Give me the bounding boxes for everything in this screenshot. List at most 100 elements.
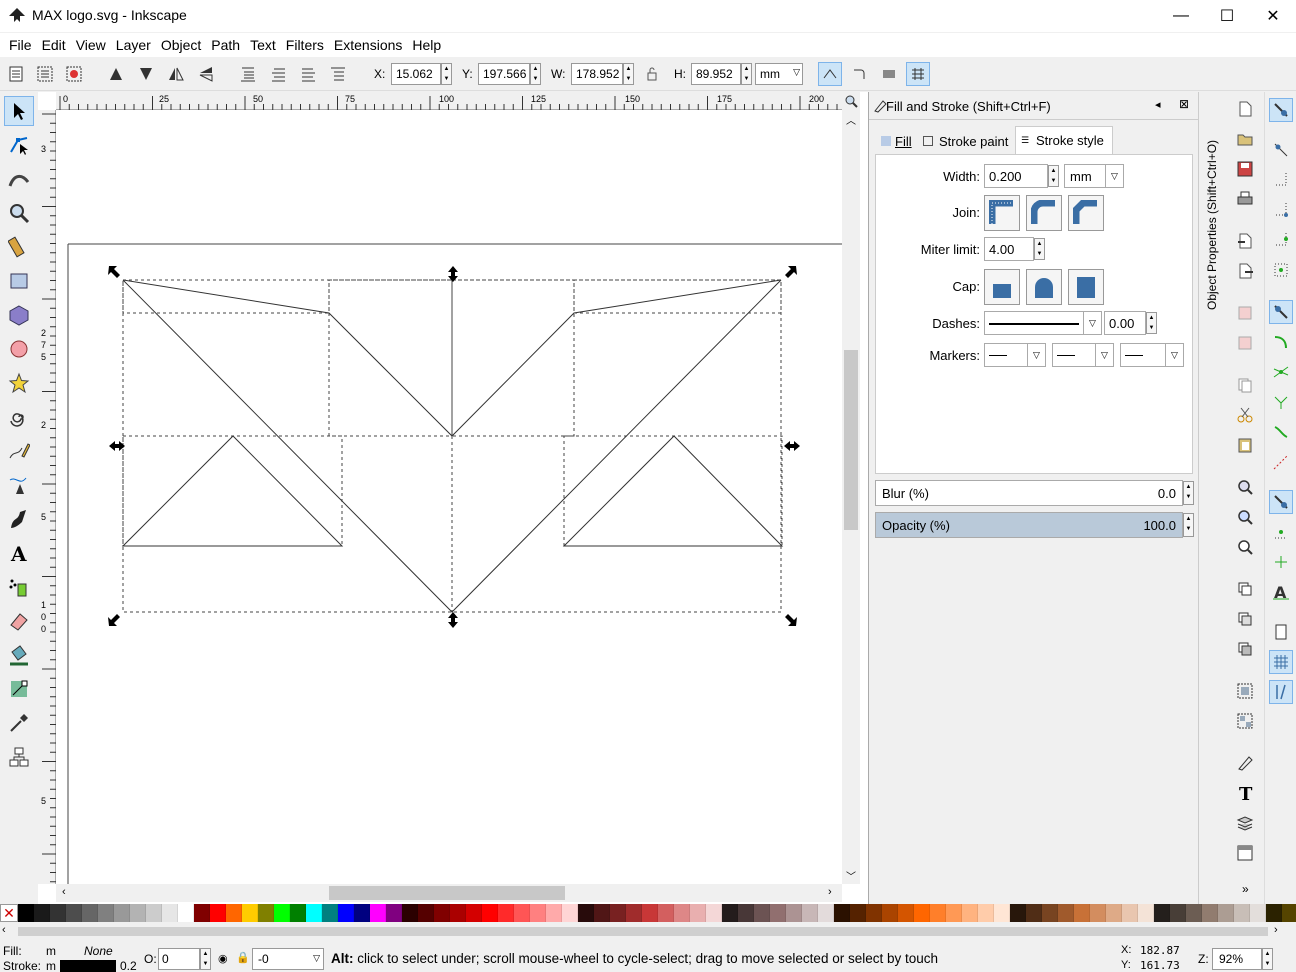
y-input[interactable]: 197.566	[478, 63, 530, 85]
unlink-clone-icon[interactable]	[1234, 638, 1256, 660]
minimize-button[interactable]: —	[1158, 0, 1204, 32]
width-unit-select[interactable]: mm ▽	[1064, 164, 1124, 188]
move-patterns-icon[interactable]	[906, 62, 930, 86]
blur-slider[interactable]: Blur (%) 0.0	[875, 480, 1183, 506]
join-bevel-button[interactable]	[1068, 195, 1104, 231]
color-swatch[interactable]	[1090, 904, 1106, 922]
width-spin-arrows[interactable]: ▲ ▼	[1048, 165, 1059, 187]
scroll-left-icon[interactable]: ‹	[62, 886, 66, 898]
clone-icon[interactable]	[1234, 608, 1256, 630]
zoom-selection-icon[interactable]	[1234, 476, 1256, 498]
snap-rotation-center-icon[interactable]	[1269, 550, 1293, 574]
dash-offset-spin-arrows[interactable]: ▲ ▼	[1146, 312, 1157, 334]
color-swatch[interactable]	[1042, 904, 1058, 922]
zoom-tool-icon[interactable]	[4, 198, 34, 228]
color-swatch[interactable]	[770, 904, 786, 922]
color-swatch[interactable]	[98, 904, 114, 922]
pen-tool-icon[interactable]	[4, 470, 34, 500]
select-all-layers-icon[interactable]	[33, 62, 57, 86]
palette-scroll-right-icon[interactable]: ›	[1274, 924, 1278, 936]
snap-enable-icon[interactable]	[1269, 98, 1293, 122]
copy-icon[interactable]	[1234, 374, 1256, 396]
menu-view[interactable]: View	[71, 37, 111, 53]
vertical-ruler[interactable]: 3 2 7 5 2 5 1 0 0 5	[38, 110, 56, 884]
flip-vertical-icon[interactable]	[194, 62, 218, 86]
cap-square-button[interactable]	[1068, 269, 1104, 305]
color-swatch[interactable]	[882, 904, 898, 922]
document-properties-icon[interactable]	[1234, 842, 1256, 864]
dialog-close-icon[interactable]: ⊠	[1179, 97, 1189, 111]
h-spin-arrows[interactable]: ▲ ▼	[741, 63, 752, 85]
more-commands-icon[interactable]: »	[1242, 882, 1249, 896]
menu-file[interactable]: File	[4, 37, 37, 53]
export-icon[interactable]	[1234, 260, 1256, 282]
color-swatch[interactable]	[114, 904, 130, 922]
color-swatch[interactable]	[242, 904, 258, 922]
snap-others-icon[interactable]	[1269, 490, 1293, 514]
menu-edit[interactable]: Edit	[37, 37, 71, 53]
lock-icon[interactable]	[640, 62, 664, 86]
color-swatch[interactable]	[674, 904, 690, 922]
opacity-slider[interactable]: Opacity (%) 100.0	[875, 512, 1183, 538]
palette-scroll-left-icon[interactable]: ‹	[2, 924, 6, 936]
color-swatch[interactable]	[18, 904, 34, 922]
mid-marker-select[interactable]: ▽	[1052, 343, 1114, 367]
paint-bucket-tool-icon[interactable]	[4, 640, 34, 670]
color-swatch[interactable]	[706, 904, 722, 922]
color-swatch[interactable]	[1186, 904, 1202, 922]
snap-bbox-center-icon[interactable]	[1269, 258, 1293, 282]
snap-grid-icon[interactable]	[1269, 650, 1293, 674]
menu-path[interactable]: Path	[206, 37, 245, 53]
color-swatch[interactable]	[322, 904, 338, 922]
no-paint-swatch[interactable]: ✕	[0, 904, 18, 922]
rotate-cw-icon[interactable]	[134, 62, 158, 86]
color-swatch[interactable]	[562, 904, 578, 922]
snap-intersection-icon[interactable]	[1269, 360, 1293, 384]
undo-icon[interactable]	[1234, 302, 1256, 324]
color-swatch[interactable]	[914, 904, 930, 922]
blur-spin-arrows[interactable]: ▲ ▼	[1183, 481, 1194, 505]
color-swatch[interactable]	[370, 904, 386, 922]
paste-icon[interactable]	[1234, 434, 1256, 456]
vertical-scrollbar[interactable]: ︿ ﹀	[842, 110, 860, 884]
select-all-icon[interactable]	[4, 62, 28, 86]
tweak-tool-icon[interactable]	[4, 164, 34, 194]
join-miter-button[interactable]	[984, 195, 1020, 231]
pencil-tool-icon[interactable]	[4, 436, 34, 466]
drawing[interactable]	[56, 110, 842, 884]
menu-text[interactable]: Text	[245, 37, 281, 53]
color-swatch[interactable]	[690, 904, 706, 922]
color-swatch[interactable]	[978, 904, 994, 922]
palette-scroll-thumb[interactable]	[18, 927, 1268, 936]
x-spin-arrows[interactable]: ▲ ▼	[441, 63, 452, 85]
snap-path-icon[interactable]	[1269, 330, 1293, 354]
selection-handles[interactable]	[108, 266, 800, 628]
width-input[interactable]: 0.200	[984, 164, 1048, 188]
color-swatch[interactable]	[306, 904, 322, 922]
end-marker-select[interactable]: ▽	[1120, 343, 1184, 367]
w-spin-arrows[interactable]: ▲ ▼	[623, 63, 634, 85]
color-swatch[interactable]	[290, 904, 306, 922]
color-swatch[interactable]	[226, 904, 242, 922]
cap-butt-button[interactable]	[984, 269, 1020, 305]
color-swatch[interactable]	[722, 904, 738, 922]
snap-line-midpoints-icon[interactable]	[1269, 450, 1293, 474]
text-font-icon[interactable]: T	[1234, 782, 1256, 804]
eraser-tool-icon[interactable]	[4, 606, 34, 636]
color-swatch[interactable]	[834, 904, 850, 922]
cut-icon[interactable]	[1234, 404, 1256, 426]
zoom-corner-icon[interactable]	[842, 92, 860, 110]
color-swatch[interactable]	[818, 904, 834, 922]
gradient-tool-icon[interactable]	[4, 674, 34, 704]
color-swatch[interactable]	[178, 904, 194, 922]
node-tool-icon[interactable]	[4, 130, 34, 160]
color-swatch[interactable]	[258, 904, 274, 922]
deselect-icon[interactable]	[62, 62, 86, 86]
color-swatch[interactable]	[546, 904, 562, 922]
flip-horizontal-icon[interactable]	[164, 62, 188, 86]
scroll-right-icon[interactable]: ›	[828, 886, 832, 898]
raise-to-top-icon[interactable]	[236, 62, 260, 86]
color-swatch[interactable]	[1074, 904, 1090, 922]
color-swatch[interactable]	[754, 904, 770, 922]
color-swatch[interactable]	[1058, 904, 1074, 922]
